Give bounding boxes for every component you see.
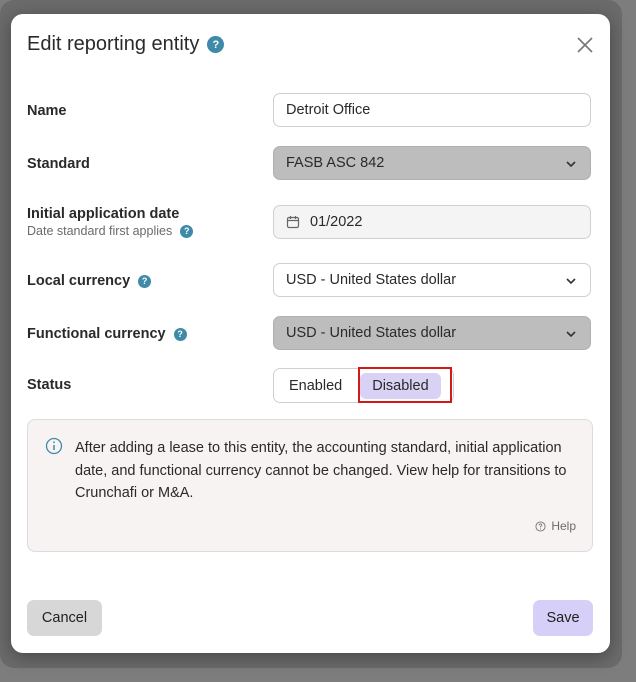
status-label: Status [27, 377, 72, 393]
initial-date-sublabel: Date standard first applies ? [27, 224, 194, 238]
close-icon[interactable] [574, 34, 596, 56]
question-icon[interactable]: ? [180, 224, 194, 238]
functional-currency-label: Functional currency ? [27, 326, 187, 342]
question-icon[interactable]: ? [173, 327, 187, 341]
calendar-icon [286, 216, 300, 229]
chevron-down-icon [566, 278, 576, 285]
info-icon [45, 437, 63, 455]
name-label: Name [27, 103, 67, 119]
initial-date-input[interactable]: 01/2022 [273, 205, 591, 239]
status-toggle: Enabled Disabled [273, 368, 454, 403]
help-label: Help [551, 519, 576, 533]
standard-value: FASB ASC 842 [286, 155, 385, 171]
edit-entity-dialog: Edit reporting entity ? Name Detroit Off… [11, 14, 610, 653]
save-button[interactable]: Save [533, 600, 593, 636]
cancel-button[interactable]: Cancel [27, 600, 102, 636]
dialog-title-text: Edit reporting entity [27, 33, 200, 55]
name-value: Detroit Office [286, 102, 371, 118]
standard-select[interactable]: FASB ASC 842 [273, 146, 591, 180]
question-icon[interactable]: ? [207, 36, 225, 53]
status-disabled-option[interactable]: Disabled [360, 372, 441, 399]
local-currency-label: Local currency ? [27, 273, 152, 289]
help-link[interactable]: Help [535, 519, 576, 533]
local-currency-value: USD - United States dollar [286, 272, 457, 288]
initial-date-label: Initial application date [27, 206, 180, 222]
name-input[interactable]: Detroit Office [273, 93, 591, 127]
chevron-down-icon [566, 331, 576, 338]
info-text: After adding a lease to this entity, the… [75, 440, 567, 501]
standard-label: Standard [27, 156, 90, 172]
initial-date-value: 01/2022 [310, 214, 363, 230]
status-enabled-option[interactable]: Enabled [277, 373, 354, 399]
info-box: After adding a lease to this entity, the… [27, 419, 593, 552]
local-currency-select[interactable]: USD - United States dollar [273, 263, 591, 297]
dialog-title: Edit reporting entity ? [27, 33, 225, 56]
help-circle-icon [535, 520, 546, 532]
functional-currency-select[interactable]: USD - United States dollar [273, 316, 591, 350]
question-icon[interactable]: ? [138, 274, 152, 288]
chevron-down-icon [566, 161, 576, 168]
functional-currency-value: USD - United States dollar [286, 325, 457, 341]
